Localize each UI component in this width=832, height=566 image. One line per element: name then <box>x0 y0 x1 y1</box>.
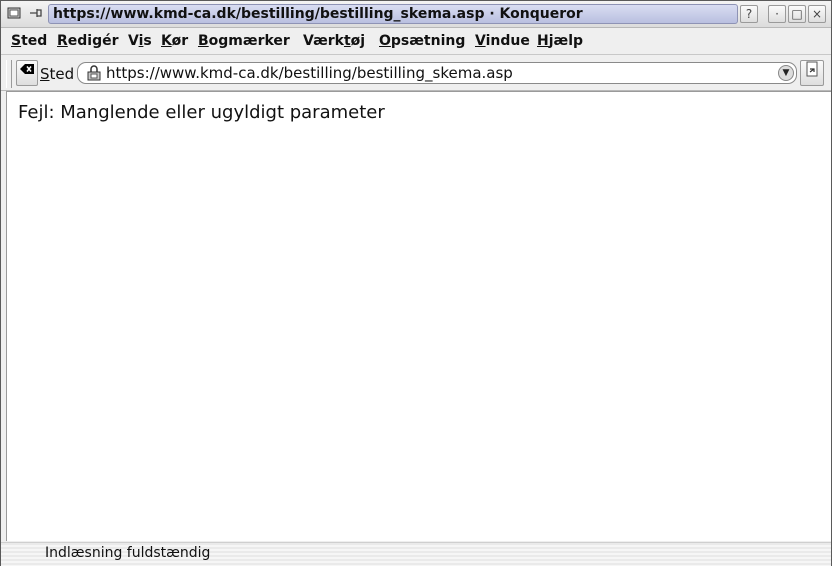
status-bar: Indlæsning fuldstændig <box>1 542 831 566</box>
error-message: Fejl: Manglende eller ugyldigt parameter <box>18 102 385 123</box>
menu-kor[interactable]: Kør <box>161 33 188 49</box>
menu-sted[interactable]: Sted <box>11 33 47 49</box>
help-button[interactable]: ? <box>740 5 758 23</box>
minimize-button[interactable]: · <box>768 5 786 23</box>
toolbar-handle[interactable] <box>6 60 12 88</box>
location-label: Sted <box>40 65 75 83</box>
menu-vindue[interactable]: Vindue <box>475 33 530 49</box>
url-input[interactable]: https://www.kmd-ca.dk/bestilling/bestill… <box>106 63 746 83</box>
maximize-button[interactable]: □ <box>788 5 806 23</box>
close-button[interactable]: × <box>808 5 826 23</box>
menu-bar: Sted Redigér Vis Kør Bogmærker Værktøj O… <box>1 28 831 55</box>
location-toolbar: Sted https://www.kmd-ca.dk/bestilling/be… <box>1 56 831 91</box>
lock-icon <box>86 65 102 81</box>
pin-icon[interactable] <box>27 5 45 23</box>
menu-vis[interactable]: Vis <box>128 33 152 49</box>
go-icon[interactable] <box>800 60 824 86</box>
menu-rediger[interactable]: Redigér <box>57 33 119 49</box>
location-combobox[interactable]: https://www.kmd-ca.dk/bestilling/bestill… <box>77 62 797 84</box>
chevron-down-icon[interactable]: ▼ <box>778 65 794 81</box>
title-bar[interactable]: https://www.kmd-ca.dk/bestilling/bestill… <box>1 1 831 28</box>
menu-opsaetning[interactable]: Opsætning <box>379 33 465 49</box>
konqueror-icon[interactable] <box>5 5 23 23</box>
menu-hjaelp[interactable]: Hjælp <box>537 33 583 49</box>
window-title: https://www.kmd-ca.dk/bestilling/bestill… <box>48 4 738 24</box>
browser-window: https://www.kmd-ca.dk/bestilling/bestill… <box>0 0 832 566</box>
menu-bogmaerker[interactable]: Bogmærker <box>198 33 290 49</box>
status-text: Indlæsning fuldstændig <box>45 545 211 561</box>
menu-vaerktoj[interactable]: Værktøj <box>303 33 365 49</box>
page-content: Fejl: Manglende eller ugyldigt parameter <box>6 91 831 541</box>
clear-location-icon[interactable] <box>16 60 38 86</box>
